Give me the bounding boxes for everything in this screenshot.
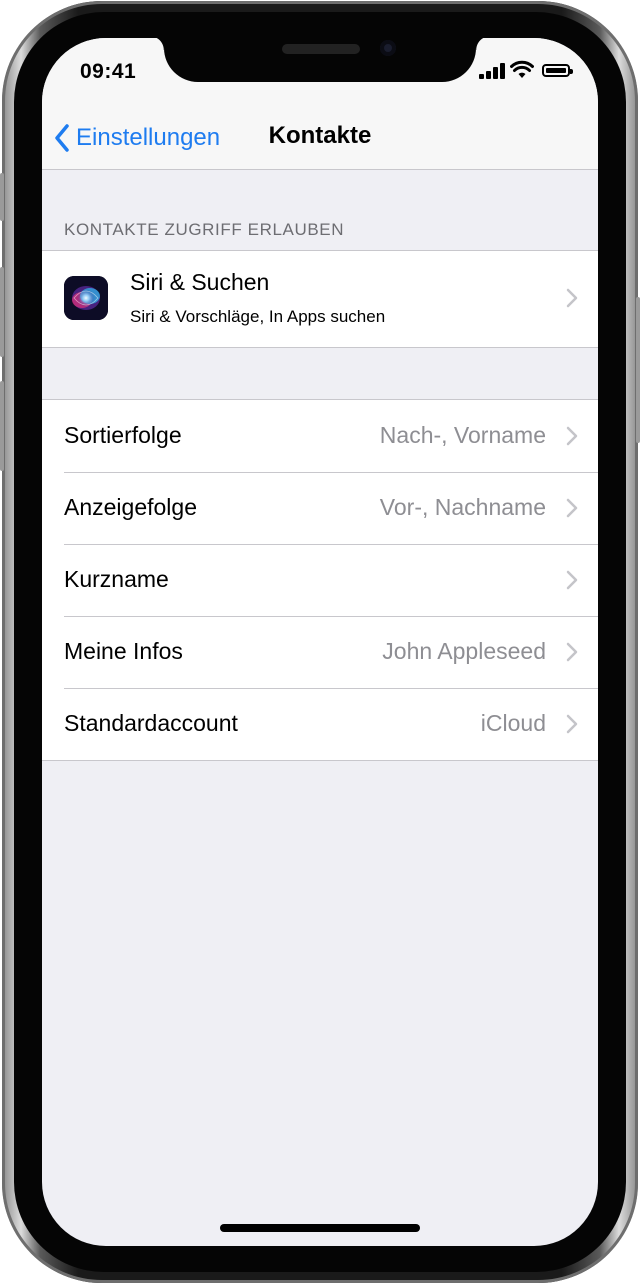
front-camera <box>380 40 396 56</box>
chevron-right-icon <box>566 288 578 308</box>
page-title: Kontakte <box>268 122 372 149</box>
siri-subtitle: Siri & Vorschläge, In Apps suchen <box>130 307 386 326</box>
home-indicator[interactable] <box>220 1224 420 1232</box>
setting-row-sort-order[interactable]: Sortierfolge Nach-, Vorname <box>42 400 598 472</box>
screen: 09:41 Einstellungen Kontakte KONTAKTE ZU… <box>42 38 598 1246</box>
chevron-right-icon <box>566 714 578 734</box>
contacts-settings-group: Sortierfolge Nach-, Vorname Anzeigefolge… <box>42 399 598 761</box>
setting-row-my-info[interactable]: Meine Infos John Appleseed <box>42 616 598 688</box>
setting-row-short-name[interactable]: Kurzname <box>42 544 598 616</box>
chevron-right-icon <box>566 642 578 662</box>
side-button <box>636 297 640 443</box>
section-header: KONTAKTE ZUGRIFF ERLAUBEN <box>64 220 345 239</box>
chevron-right-icon <box>566 498 578 518</box>
setting-value: iCloud <box>480 710 546 736</box>
notch <box>150 38 490 82</box>
battery-icon <box>542 64 573 77</box>
volume-down-button <box>0 381 4 471</box>
setting-label: Sortierfolge <box>64 422 182 448</box>
setting-label: Meine Infos <box>64 638 183 664</box>
setting-label: Standardaccount <box>64 710 238 736</box>
volume-up-button <box>0 267 4 357</box>
setting-value: Nach-, Vorname <box>379 422 546 448</box>
siri-title: Siri & Suchen <box>130 269 270 295</box>
speaker-grille <box>282 44 360 54</box>
chevron-right-icon <box>566 426 578 446</box>
cellular-signal-icon <box>479 63 505 79</box>
chevron-right-icon <box>566 570 578 590</box>
setting-value: John Appleseed <box>382 638 546 664</box>
setting-label: Kurzname <box>64 566 169 592</box>
navigation-bar: Einstellungen Kontakte <box>42 108 598 170</box>
silent-switch <box>0 173 4 221</box>
siri-icon <box>64 276 108 320</box>
siri-search-row[interactable]: Siri & Suchen Siri & Vorschläge, In Apps… <box>42 251 598 347</box>
status-time: 09:41 <box>80 60 137 83</box>
setting-value: Vor-, Nachname <box>379 494 546 520</box>
setting-label: Anzeigefolge <box>64 494 197 520</box>
wifi-icon <box>510 60 534 78</box>
setting-row-display-order[interactable]: Anzeigefolge Vor-, Nachname <box>42 472 598 544</box>
siri-group: Siri & Suchen Siri & Vorschläge, In Apps… <box>42 250 598 348</box>
setting-row-default-account[interactable]: Standardaccount iCloud <box>42 688 598 760</box>
